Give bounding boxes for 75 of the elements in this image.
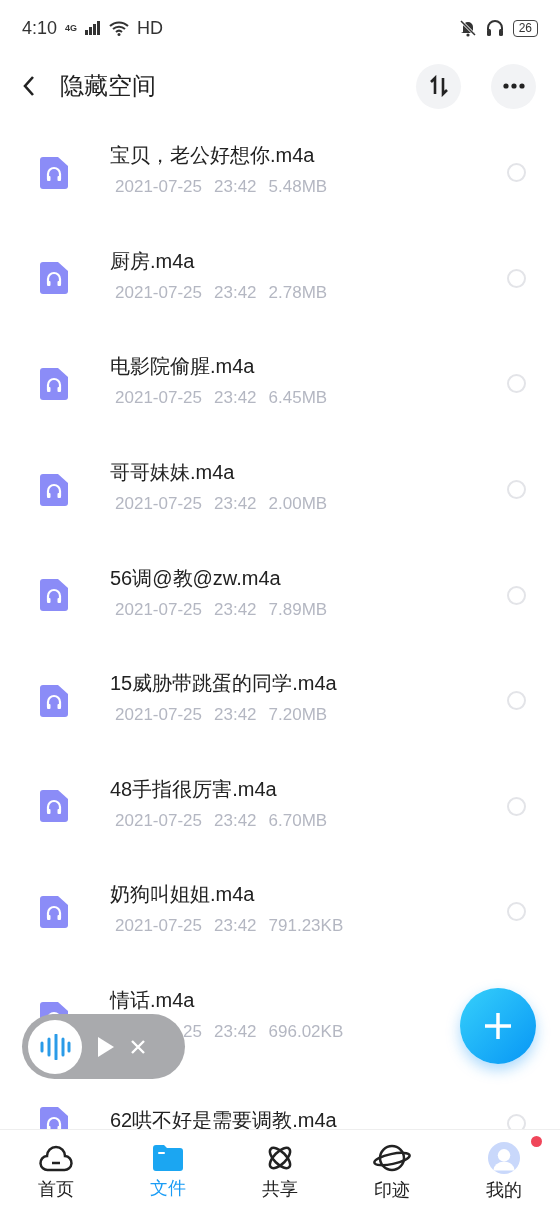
file-size: 6.70MB	[268, 810, 328, 831]
file-time: 23:42	[214, 1022, 257, 1043]
file-time: 23:42	[214, 599, 257, 620]
nav-tab[interactable]: 共享	[224, 1130, 336, 1213]
nav-tab[interactable]: 我的	[448, 1130, 560, 1213]
file-date: 2021-07-25	[114, 388, 202, 409]
select-radio[interactable]	[507, 902, 526, 922]
file-name: 48手指很厉害.m4a	[110, 776, 278, 802]
file-size: 2.00MB	[268, 494, 328, 515]
file-size: 791.23KB	[268, 916, 344, 937]
select-radio[interactable]	[507, 796, 526, 816]
file-date: 2021-07-25	[114, 599, 202, 620]
file-time: 23:42	[214, 177, 257, 198]
audio-file-icon	[40, 262, 68, 295]
nav-tab[interactable]: 首页	[0, 1130, 112, 1213]
file-time: 23:42	[214, 705, 257, 726]
file-name: 哥哥妹妹.m4a	[110, 460, 236, 486]
file-time: 23:42	[214, 388, 257, 409]
file-time: 23:42	[214, 810, 257, 831]
audio-file-icon	[40, 473, 68, 506]
file-name: 情话.m4a	[110, 988, 196, 1014]
audio-file-icon	[40, 579, 68, 612]
audio-file-icon	[40, 156, 68, 189]
play-icon[interactable]	[96, 1034, 116, 1059]
file-size: 696.02KB	[268, 1022, 344, 1043]
file-time: 23:42	[214, 916, 257, 937]
waveform-icon	[28, 1019, 82, 1074]
file-size: 6.45MB	[268, 388, 328, 409]
file-name: 15威胁带跳蛋的同学.m4a	[110, 671, 338, 697]
file-date: 2021-07-25	[114, 916, 202, 937]
file-date: 2021-07-25	[114, 177, 202, 198]
file-date: 2021-07-25	[114, 494, 202, 515]
file-time: 23:42	[214, 494, 257, 515]
clock-time: 4:10	[22, 17, 58, 39]
add-button[interactable]	[460, 988, 536, 1064]
sort-button[interactable]	[416, 63, 461, 109]
file-size: 7.20MB	[268, 705, 328, 726]
hd-label: HD	[137, 17, 164, 39]
select-radio[interactable]	[507, 480, 526, 500]
file-time: 23:42	[214, 282, 257, 303]
network-label: 4G	[65, 23, 78, 33]
file-name: 奶狗叫姐姐.m4a	[110, 882, 256, 908]
signal-icon	[85, 21, 102, 35]
folder-icon	[152, 1143, 184, 1172]
select-radio[interactable]	[507, 268, 526, 288]
nav-tab[interactable]: 印迹	[336, 1130, 448, 1213]
plus-icon	[483, 1011, 513, 1041]
more-icon	[502, 83, 525, 89]
select-radio[interactable]	[507, 585, 526, 605]
close-icon[interactable]	[130, 1038, 146, 1055]
file-name: 宝贝，老公好想你.m4a	[110, 143, 316, 169]
wifi-icon	[109, 20, 130, 36]
audio-file-icon	[40, 895, 68, 928]
file-name: 厨房.m4a	[110, 248, 196, 274]
audio-file-icon	[40, 684, 68, 717]
file-date: 2021-07-25	[114, 705, 202, 726]
audio-file-icon	[40, 368, 68, 400]
file-size: 2.78MB	[268, 282, 328, 303]
more-button[interactable]	[491, 63, 536, 109]
select-radio[interactable]	[507, 163, 526, 183]
audio-file-icon	[40, 790, 68, 823]
select-radio[interactable]	[507, 374, 526, 394]
battery-level: 26	[512, 19, 538, 37]
page-title: 隐藏空间	[60, 71, 157, 101]
avatar-icon	[486, 1141, 522, 1174]
back-icon[interactable]	[22, 75, 36, 97]
select-radio[interactable]	[507, 691, 526, 711]
file-name: 56调@教@zw.m4a	[110, 565, 282, 591]
file-date: 2021-07-25	[114, 282, 202, 303]
file-date: 2021-07-25	[114, 810, 202, 831]
file-size: 7.89MB	[268, 599, 328, 620]
file-size: 5.48MB	[268, 177, 328, 198]
file-name: 62哄不好是需要调教.m4a	[110, 1107, 338, 1129]
file-name: 电影院偷腥.m4a	[110, 354, 256, 380]
file-date: 25	[182, 1022, 202, 1043]
